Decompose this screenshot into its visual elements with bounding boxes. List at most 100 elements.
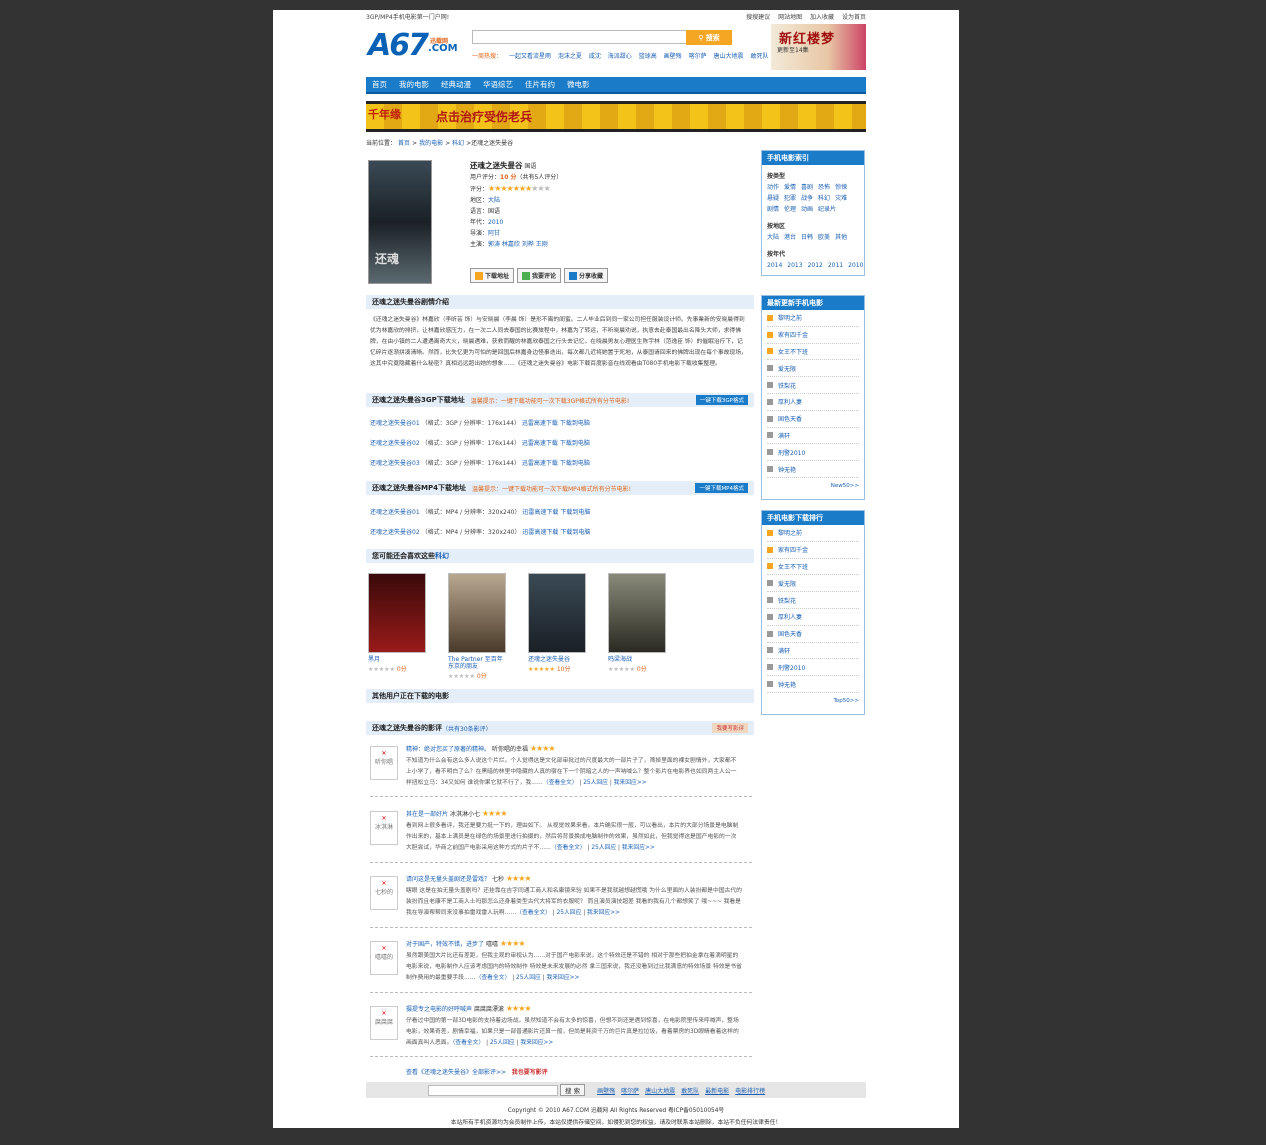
year-link[interactable]: 2010 [488,219,503,226]
nav-item[interactable]: 微电影 [567,79,590,90]
rank-box: 手机电影下载排行 黎明之前 家有四千金 女王不下班 爱无限 铁梨花 厚利人妻 国… [761,510,865,715]
top-bar: 3GP/MP4手机电影第一门户网! 搜搜建议 网站地图 加入收藏 设为首页 [366,10,866,22]
more-link[interactable]: New50>> [762,483,859,489]
hot-link[interactable]: 篮球高 [639,53,657,60]
footer-search-button[interactable]: 搜 索 [560,1084,586,1096]
hot-link[interactable]: 泡沫之夏 [558,53,582,60]
rank-item[interactable]: 国色天香 [767,626,859,643]
hot-link[interactable]: 敢死队 [750,53,768,60]
footer-link[interactable]: 画壁殇 [597,1086,615,1095]
latest-item[interactable]: 家有四千金 [767,327,859,344]
crumb-link[interactable]: 首页 [398,140,410,147]
write-review-button[interactable]: 我要写影评 [712,723,748,733]
download-row: 还魂之迷失曼谷01 （格式：MP4 / 分辨率：320x240） 迅雷高速下载 … [370,509,591,516]
latest-item[interactable]: 爱无限 [767,360,859,378]
share-button[interactable]: 分享收藏 [564,268,609,283]
director-link[interactable]: 阿甘 [488,230,500,237]
top-link[interactable]: 设为首页 [842,14,866,21]
recommend-poster[interactable] [368,573,426,653]
latest-item[interactable]: 刑警2010 [767,444,859,462]
recommend-poster[interactable] [528,573,586,653]
rank-item[interactable]: 铁梨花 [767,592,859,609]
main-nav: 首页 我的电影 经典动漫 华语综艺 佳片有约 微电影 [366,77,866,94]
header-banner[interactable]: 新红楼梦 更新至14集 [771,24,866,70]
hot-link[interactable]: 唐山大地震 [714,53,744,60]
others-heading: 其他用户正在下载的电影 [366,689,754,703]
rank-item[interactable]: 刑警2010 [767,659,859,677]
rank-item[interactable]: 女王不下班 [767,559,859,576]
crumb-link[interactable]: 我的电影 [419,140,443,147]
avatar[interactable]: ✕ 冰淇淋 [370,811,398,845]
review-item: ✕ 腐腐腐 摄提专之电影的好呼喊声 腐腐腐漂滚 ★★★★ 仔看过中国的第一部3D电… [370,1002,752,1057]
hot-link[interactable]: 海派甜心 [608,53,632,60]
movie-title: 还魂之迷失曼谷 [470,161,523,170]
nav-item[interactable]: 我的电影 [399,79,429,90]
one-click-3gp-button[interactable]: 一键下载3GP格式 [695,395,748,405]
recommend-item[interactable]: 还魂之迷失曼谷 ★★★★★ 10分 [528,573,586,673]
site-logo[interactable]: A67 迅载网 .COM [366,26,461,66]
recommend-poster[interactable] [448,573,506,653]
nav-item[interactable]: 首页 [372,79,387,90]
comment-icon [522,271,531,280]
avatar[interactable]: ✕ 嘻嘻的 [370,941,398,975]
rank-item[interactable]: 厚利人妻 [767,609,859,626]
rank-item[interactable]: 钟无艳 [767,676,859,693]
download-button[interactable]: 下载地址 [470,268,515,283]
region-link[interactable]: 大陆 [488,197,500,204]
search-input[interactable] [472,30,687,44]
hot-link[interactable]: 咸沈 [589,53,601,60]
site-slogan: 3GP/MP4手机电影第一门户网! [366,13,450,21]
latest-item[interactable]: 厚利人妻 [767,394,859,411]
footer-link[interactable]: 喀尔萨 [621,1086,639,1095]
cast-links[interactable]: 郭涛 林嘉欣 刘桦 王刚 [488,241,548,248]
recommend-item[interactable]: 黑月 ★★★★★ 0分 [368,573,426,673]
plot-heading: 还魂之迷失曼谷剧情介绍 [366,295,754,309]
hot-link[interactable]: 画壁殇 [664,53,682,60]
footer-bar: 搜 索 画壁殇 喀尔萨 唐山大地震 敢死队 最新电影 电影排行榜 [366,1082,866,1098]
plot-text: 《还魂之迷失曼谷》林嘉欣（李昕芸 饰）与安晓晨（李晨 饰）是形不离的闺蜜。二人毕… [370,317,747,367]
footer-link[interactable]: 最新电影 [705,1086,729,1095]
download-row: 还魂之迷失曼谷03 （格式：3GP / 分辨率：176x144） 迅雷高速下载 … [370,460,590,467]
latest-box: 最新更新手机电影 黎明之前 家有四千金 女王不下班 爱无限 铁梨花 厚利人妻 国… [761,295,865,500]
footer-search-input[interactable] [428,1084,558,1096]
latest-item[interactable]: 钟无艳 [767,461,859,478]
ad-banner[interactable]: 千年缘 点击治疗受伤老兵 [366,101,866,132]
one-click-mp4-button[interactable]: 一键下载MP4格式 [695,483,748,493]
top-link[interactable]: 搜搜建议 [746,14,770,21]
latest-item[interactable]: 铁梨花 [767,377,859,394]
footer-link[interactable]: 唐山大地震 [645,1086,675,1095]
crumb-link[interactable]: 科幻 [452,140,464,147]
avatar[interactable]: ✕ 听你唱 [370,746,398,780]
latest-item[interactable]: 黎明之前 [767,310,859,327]
rank-item[interactable]: 爱无限 [767,575,859,593]
movie-poster[interactable]: 还魂 [368,160,432,284]
rank-item[interactable]: 满轩 [767,643,859,660]
more-link[interactable]: Top50>> [762,698,860,704]
rating-stars[interactable]: ★★★★★★★★★★ [488,184,551,193]
top-link[interactable]: 网站地图 [778,14,802,21]
rank-item[interactable]: 家有四千金 [767,542,859,559]
recommend-poster[interactable] [608,573,666,653]
hot-link[interactable]: 一起又看流星雨 [509,53,551,60]
latest-item[interactable]: 女王不下班 [767,344,859,361]
rank-item[interactable]: 黎明之前 [767,525,859,542]
footer-link[interactable]: 敢死队 [681,1086,699,1095]
recommend-item[interactable]: 鸣梁海战 ★★★★★ 0分 [608,573,666,673]
write-review-link[interactable]: 我也要写影评 [512,1069,548,1076]
all-reviews-link[interactable]: 查看《还魂之迷失曼谷》全部影评>> [406,1069,506,1076]
search-button[interactable]: ⚲ 搜索 [686,30,732,45]
avatar[interactable]: ✕ 腐腐腐 [370,1006,398,1040]
recommend-item[interactable]: The Partner 至百年东京的朋友 ★★★★★ 0分 [448,573,506,680]
footer-link[interactable]: 电影排行榜 [735,1086,765,1095]
nav-item[interactable]: 佳片有约 [525,79,555,90]
latest-item[interactable]: 满轩 [767,428,859,445]
latest-item[interactable]: 国色天香 [767,411,859,428]
top-link[interactable]: 加入收藏 [810,14,834,21]
nav-item[interactable]: 经典动漫 [441,79,471,90]
avatar[interactable]: ✕ 七秒的 [370,876,398,910]
review-button[interactable]: 我要评论 [517,268,562,283]
nav-item[interactable]: 华语综艺 [483,79,513,90]
also-like-heading: 您可能还会喜欢这些 科幻 [366,549,754,563]
hot-link[interactable]: 喀尔萨 [689,53,707,60]
copyright: Copyright © 2010 A67.COM 迅载网 All Rights … [507,1108,725,1114]
